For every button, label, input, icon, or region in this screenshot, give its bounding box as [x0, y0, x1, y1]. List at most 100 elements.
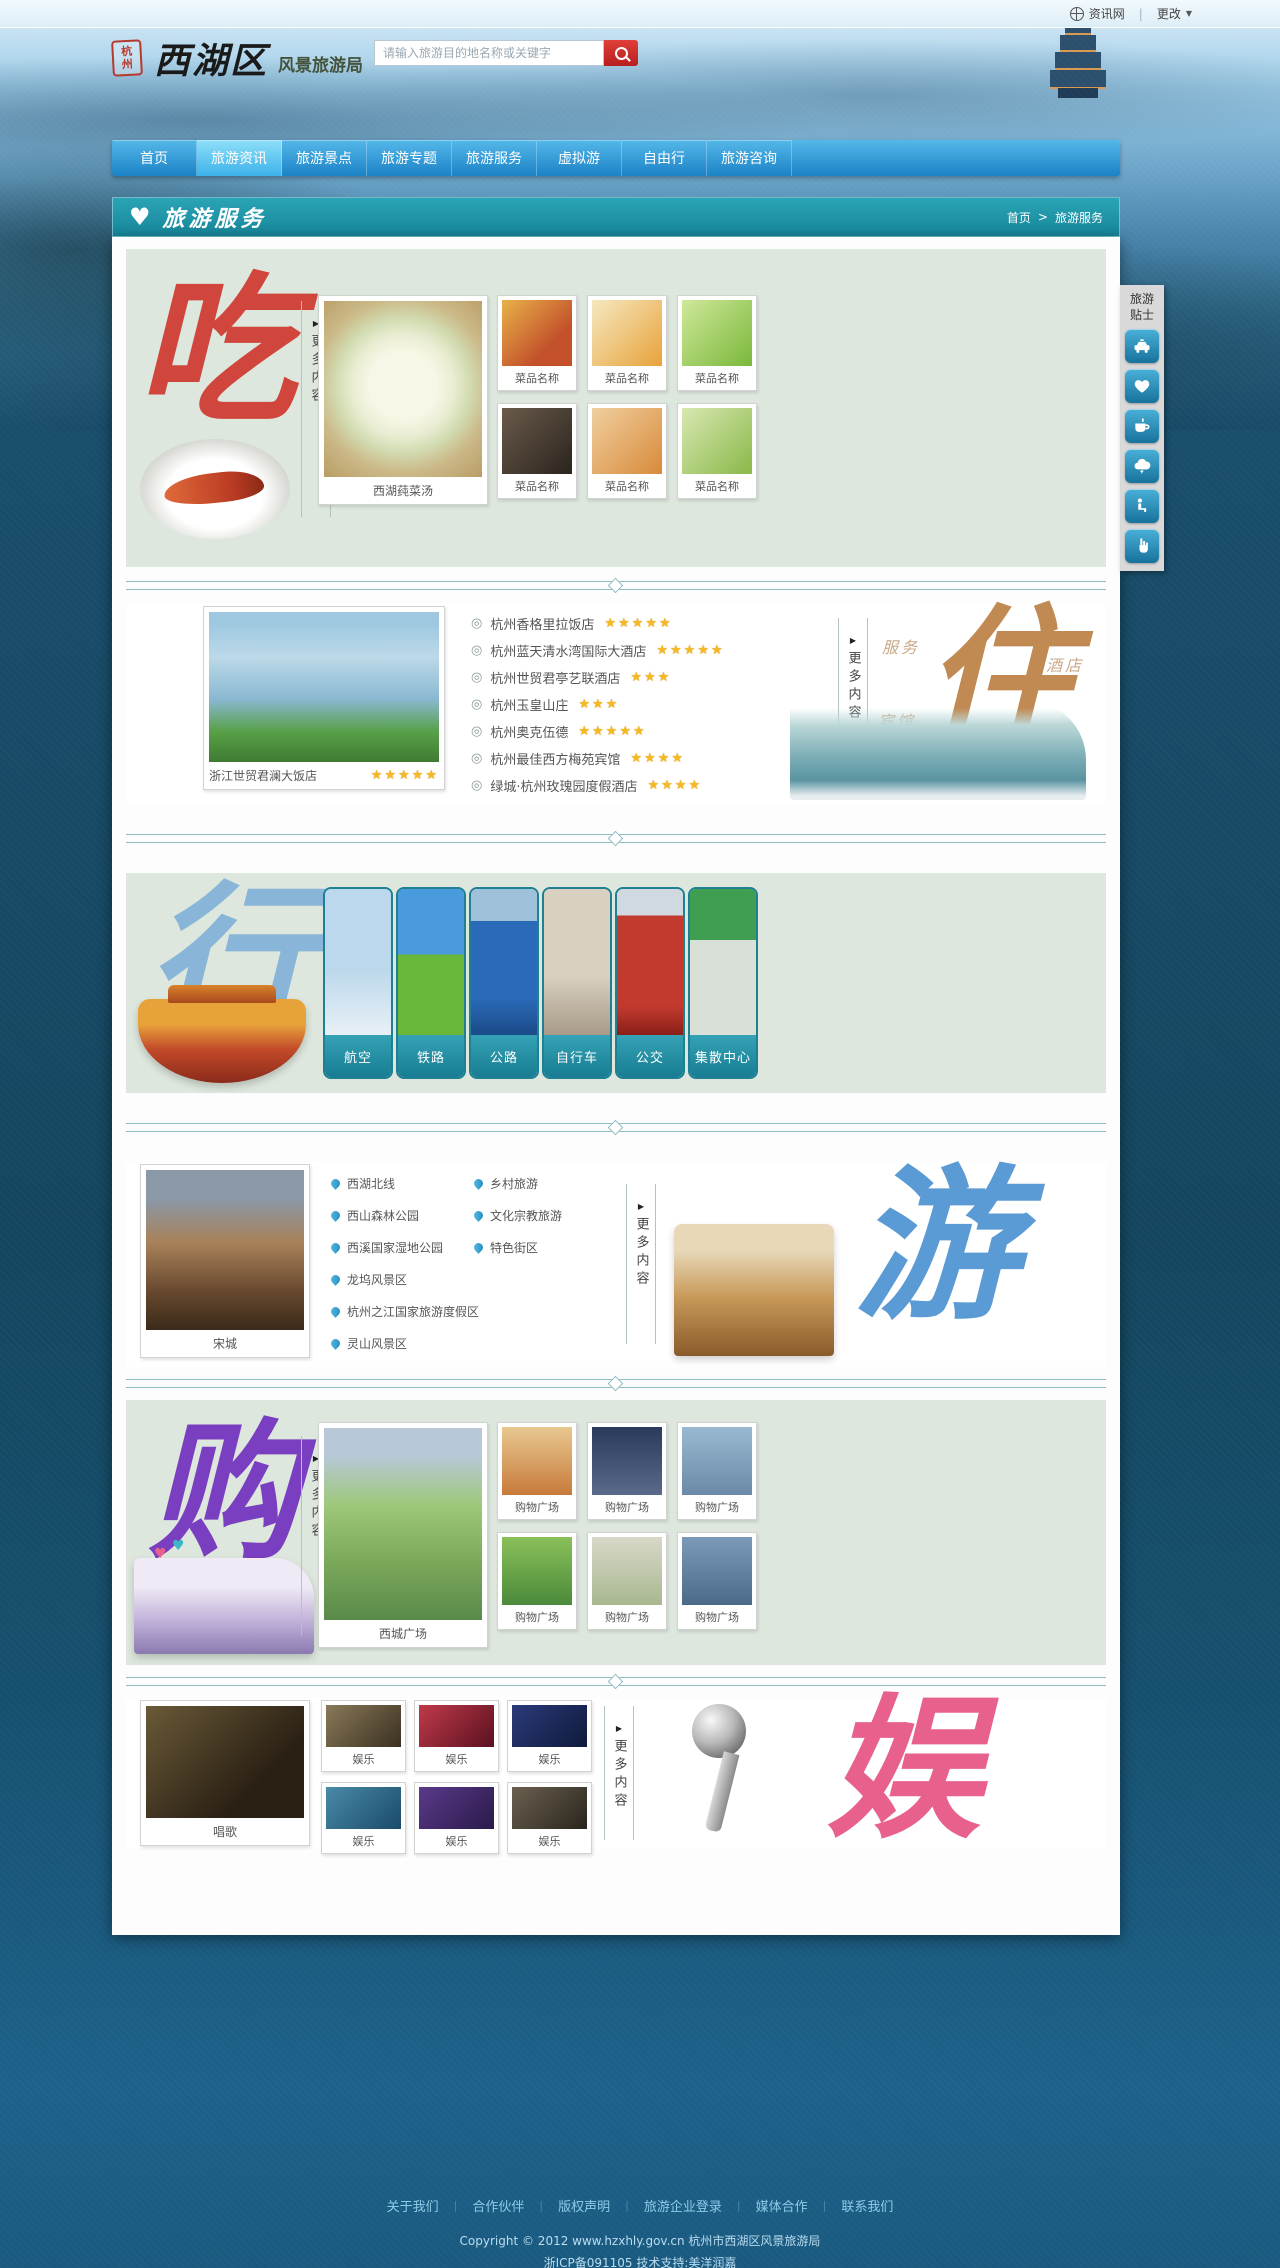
hotel-list-item[interactable]: ◎杭州最佳西方梅苑宾馆★★★★ [471, 745, 725, 772]
news-site-label[interactable]: 资讯网 [1089, 5, 1125, 22]
section-stay: 浙江世贸君澜大饭店 ★★★★★ ◎杭州香格里拉饭店★★★★★ ◎杭州蓝天清水湾国… [126, 604, 1106, 804]
transport-label: 公路 [471, 1035, 537, 1077]
tour-link[interactable]: 西山森林公园 [331, 1204, 479, 1226]
dish-card[interactable]: 菜品名称 [497, 295, 577, 391]
microphone-head [692, 1704, 746, 1758]
tour-link[interactable]: 灵山风景区 [331, 1332, 479, 1354]
dish-card[interactable]: 菜品名称 [677, 295, 757, 391]
shop-card[interactable]: 购物广场 [677, 1422, 757, 1520]
transport-card-bus[interactable]: 公交 [615, 887, 685, 1079]
shop-caption: 购物广场 [592, 1605, 662, 1625]
tour-link[interactable]: 西湖北线 [331, 1172, 479, 1194]
dish-card[interactable]: 菜品名称 [587, 295, 667, 391]
transport-card-air[interactable]: 航空 [323, 887, 393, 1079]
fun-more-link[interactable]: ▶ 更多内容 [604, 1706, 634, 1840]
weather-tip-button[interactable] [1125, 449, 1159, 483]
fun-card[interactable]: 娱乐 [321, 1782, 406, 1854]
nav-item-travel-news[interactable]: 旅游资讯 [197, 140, 282, 176]
news-site-link[interactable]: 资讯网 [1070, 5, 1125, 22]
heart-icon: ♥ [172, 1538, 185, 1554]
search-input[interactable] [374, 40, 604, 66]
footer-link-copyright[interactable]: 版权声明 [558, 2196, 610, 2215]
dish-card[interactable]: 菜品名称 [497, 403, 577, 499]
tour-link[interactable]: 特色街区 [474, 1236, 562, 1258]
taxi-tip-button[interactable] [1125, 329, 1159, 363]
shop-card[interactable]: 购物广场 [497, 1422, 577, 1520]
transport-card-road[interactable]: 公路 [469, 887, 539, 1079]
hotel-list-item[interactable]: ◎杭州香格里拉饭店★★★★★ [471, 610, 725, 637]
copyright-line: Copyright © 2012 www.hzxhly.gov.cn 杭州市西湖… [0, 2231, 1280, 2253]
hotel-list-item[interactable]: ◎杭州蓝天清水湾国际大酒店★★★★★ [471, 637, 725, 664]
eat-featured-card[interactable]: 西湖莼菜汤 [318, 295, 488, 505]
footer-link-partners[interactable]: 合作伙伴 [472, 2196, 524, 2215]
nav-item-topics[interactable]: 旅游专题 [367, 140, 452, 176]
hotel-list-item[interactable]: ◎杭州世贸君亭艺联酒店★★★ [471, 664, 725, 691]
tour-link[interactable]: 乡村旅游 [474, 1172, 562, 1194]
nav-item-attractions[interactable]: 旅游景点 [282, 140, 367, 176]
tour-link[interactable]: 西溪国家湿地公园 [331, 1236, 479, 1258]
shop-card[interactable]: 购物广场 [497, 1532, 577, 1630]
nav-item-home[interactable]: 首页 [112, 140, 197, 176]
fun-card[interactable]: 娱乐 [414, 1700, 499, 1772]
main-wrapper: ♥ 旅游服务 首页 > 旅游服务 旅游 贴士 [112, 197, 1120, 1935]
dish-card[interactable]: 菜品名称 [587, 403, 667, 499]
page-banner: ♥ 旅游服务 首页 > 旅游服务 [112, 197, 1120, 237]
hotel-star-rating: ★★★★★ [604, 616, 672, 631]
hand-pointer-icon [1132, 536, 1152, 556]
fun-card[interactable]: 娱乐 [321, 1700, 406, 1772]
section-divider [126, 581, 1106, 590]
nav-item-services[interactable]: 旅游服务 [452, 140, 537, 176]
fun-card[interactable]: 娱乐 [507, 1782, 592, 1854]
fun-featured-card[interactable]: 唱歌 [140, 1700, 310, 1846]
footer-link-contact[interactable]: 联系我们 [841, 2196, 893, 2215]
fun-card[interactable]: 娱乐 [507, 1700, 592, 1772]
nav-item-consulting[interactable]: 旅游咨询 [707, 140, 792, 176]
seal-char: 州 [122, 58, 134, 72]
water-drop-icon [472, 1241, 485, 1254]
site-title: 西湖区 [154, 32, 268, 84]
hotel-list: ◎杭州香格里拉饭店★★★★★ ◎杭州蓝天清水湾国际大酒店★★★★★ ◎杭州世贸君… [471, 610, 725, 799]
dish-image [682, 408, 752, 474]
tour-link-label: 西湖北线 [347, 1175, 395, 1192]
shop-caption: 购物广场 [682, 1495, 752, 1515]
globe-icon [1070, 7, 1084, 21]
hotel-list-item[interactable]: ◎绿城·杭州玫瑰园度假酒店★★★★ [471, 772, 725, 799]
transport-card-hub[interactable]: 集散中心 [688, 887, 758, 1079]
shop-card[interactable]: 购物广场 [677, 1532, 757, 1630]
dining-cost-tip-button[interactable] [1125, 409, 1159, 443]
change-dropdown[interactable]: 更改 ▼ [1157, 5, 1192, 22]
page-footer: 关于我们| 合作伙伴| 版权声明| 旅游企业登录| 媒体合作| 联系我们 Cop… [0, 2196, 1280, 2268]
tour-link[interactable]: 龙坞风景区 [331, 1268, 479, 1290]
footer-separator: | [625, 2199, 629, 2212]
footer-link-about[interactable]: 关于我们 [387, 2196, 439, 2215]
tour-featured-card[interactable]: 宋城 [140, 1164, 310, 1358]
breadcrumb-current: 旅游服务 [1055, 209, 1103, 226]
shop-featured-card[interactable]: 西城广场 [318, 1422, 488, 1648]
transport-card-rail[interactable]: 铁路 [396, 887, 466, 1079]
shop-card[interactable]: 购物广场 [587, 1422, 667, 1520]
section-tour: 宋城 西湖北线 西山森林公园 西溪国家湿地公园 龙坞风景区 杭州之江国家旅游度假… [126, 1162, 1106, 1367]
hotel-star-rating: ★★★ [630, 670, 671, 685]
search-button[interactable] [604, 40, 638, 66]
guide-tip-button[interactable] [1125, 529, 1159, 563]
transport-cards: 航空 铁路 公路 自行车 公交 集散中心 [323, 887, 758, 1079]
favorites-tip-button[interactable] [1125, 369, 1159, 403]
nav-item-virtual-tour[interactable]: 虚拟游 [537, 140, 622, 176]
hotel-list-item[interactable]: ◎杭州玉皇山庄★★★ [471, 691, 725, 718]
transport-card-bicycle[interactable]: 自行车 [542, 887, 612, 1079]
shop-caption: 购物广场 [592, 1495, 662, 1515]
dish-card[interactable]: 菜品名称 [677, 403, 757, 499]
fun-card[interactable]: 娱乐 [414, 1782, 499, 1854]
shop-card[interactable]: 购物广场 [587, 1532, 667, 1630]
tour-link[interactable]: 杭州之江国家旅游度假区 [331, 1300, 479, 1322]
tour-link[interactable]: 文化宗教旅游 [474, 1204, 562, 1226]
footer-link-enterprise-login[interactable]: 旅游企业登录 [644, 2196, 722, 2215]
nav-item-free-travel[interactable]: 自由行 [622, 140, 707, 176]
rest-area-tip-button[interactable] [1125, 489, 1159, 523]
tour-more-link[interactable]: ▶ 更多内容 [626, 1184, 656, 1344]
stay-featured-card[interactable]: 浙江世贸君澜大饭店 ★★★★★ [203, 606, 445, 790]
breadcrumb-home-link[interactable]: 首页 [1007, 209, 1031, 226]
hotel-list-item[interactable]: ◎杭州奥克伍德★★★★★ [471, 718, 725, 745]
footer-link-media[interactable]: 媒体合作 [756, 2196, 808, 2215]
flower-heart-icon [1132, 376, 1152, 396]
